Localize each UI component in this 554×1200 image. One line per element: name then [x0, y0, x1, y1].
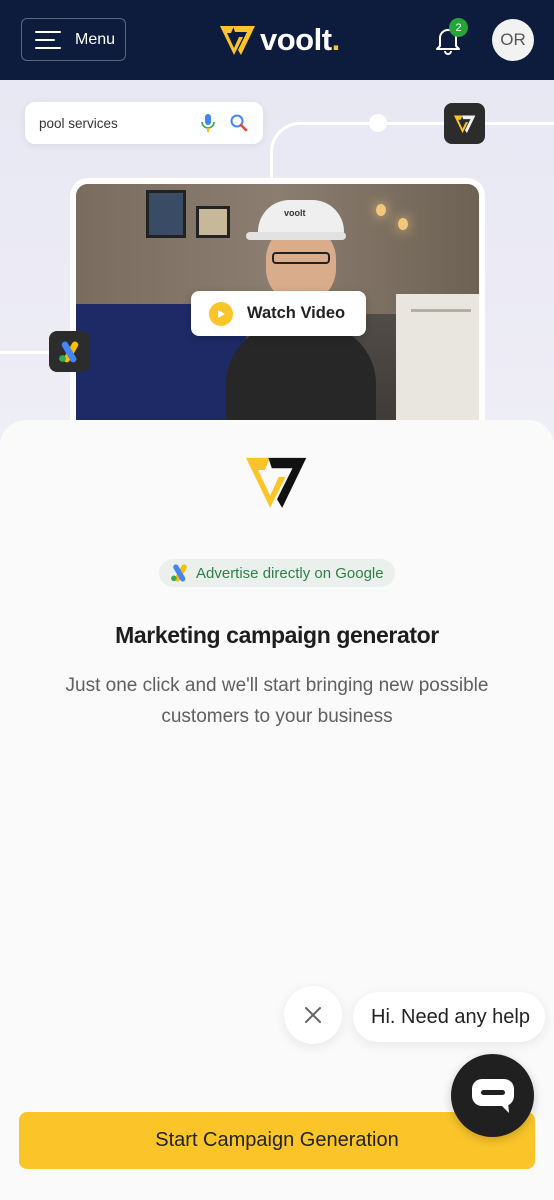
voolt-logo-icon [220, 26, 255, 55]
google-ads-tile [49, 331, 90, 372]
video-card[interactable]: voolt Watch Video [70, 178, 485, 440]
google-ads-icon [58, 341, 78, 362]
search-query: pool services [39, 115, 118, 131]
voolt-logo-icon [246, 457, 307, 508]
close-icon [305, 1007, 321, 1023]
start-campaign-button[interactable]: Start Campaign Generation [19, 1112, 535, 1169]
google-ads-chip: Advertise directly on Google [159, 559, 395, 587]
voolt-logo[interactable]: voolt. [220, 20, 340, 60]
video-thumbnail[interactable]: voolt Watch Video [76, 184, 479, 440]
decor-line [300, 122, 554, 125]
voolt-tile [444, 103, 485, 144]
watch-video-button[interactable]: Watch Video [191, 291, 366, 336]
google-ads-icon [171, 564, 187, 582]
notification-badge: 2 [449, 18, 468, 37]
menu-label: Menu [75, 30, 116, 48]
menu-icon [35, 30, 61, 49]
avatar[interactable]: OR [492, 19, 534, 61]
watch-video-label: Watch Video [247, 304, 346, 322]
play-icon [209, 301, 233, 326]
page: Menu voolt. 2 OR pool services voolt Wat… [0, 0, 554, 1200]
chat-greeting-bubble[interactable]: Hi. Need any help [353, 992, 545, 1042]
page-title: Marketing campaign generator [115, 622, 439, 648]
mic-icon [201, 114, 215, 132]
search-bar-illustration: pool services [25, 102, 263, 144]
chat-icon [471, 1078, 514, 1113]
close-chat-button[interactable] [284, 986, 342, 1044]
hero-section: pool services voolt Watch Video [0, 80, 554, 440]
page-subtitle: Just one click and we'll start bringing … [65, 675, 489, 727]
chat-greeting-text: Hi. Need any help [371, 1005, 530, 1028]
cap-logo-text: voolt [284, 208, 306, 218]
decor-dot [369, 114, 387, 132]
logo-text: voolt. [260, 22, 340, 57]
voolt-logo-icon [453, 114, 475, 133]
top-bar: Menu voolt. 2 OR [0, 0, 554, 80]
chat-launcher-button[interactable] [451, 1054, 534, 1137]
menu-button[interactable]: Menu [21, 18, 126, 61]
google-chip-label: Advertise directly on Google [196, 564, 384, 582]
search-icon [230, 114, 248, 132]
